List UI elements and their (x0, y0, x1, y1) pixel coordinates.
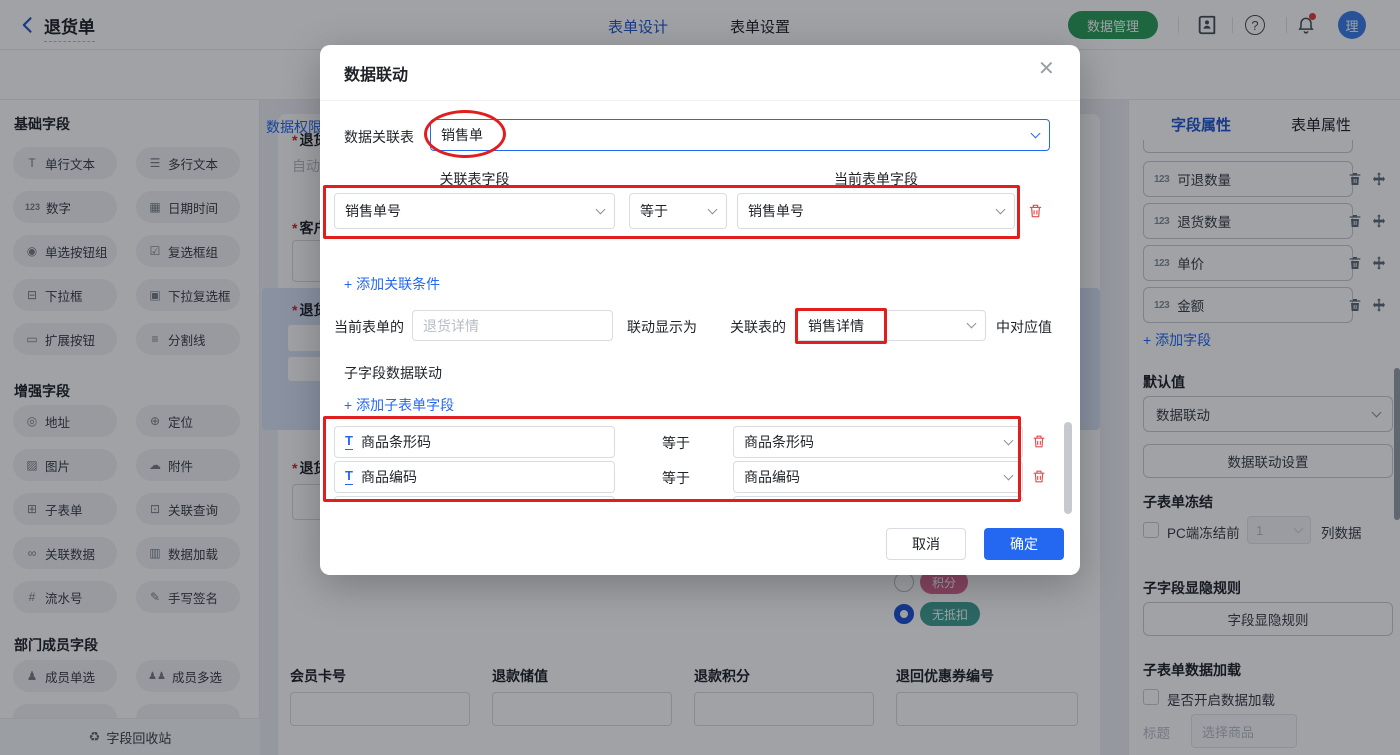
divider (320, 100, 1080, 101)
dialog-title: 数据联动 (344, 61, 408, 85)
subfield-select-barcode[interactable]: 商品条形码 (733, 426, 1023, 458)
display-field-input[interactable] (412, 310, 613, 341)
subfield-operator: 等于 (662, 433, 690, 453)
condition-field-select[interactable]: 销售单号 (334, 193, 615, 229)
subfield-row-partial (334, 496, 615, 501)
related-table-select[interactable]: 销售单 (430, 119, 1050, 151)
column-header-related-field: 关联表字段 (334, 169, 615, 189)
chevron-down-icon (596, 204, 606, 214)
data-linkage-dialog: 数据联动 ✕ 数据关联表 销售单 关联表字段 当前表单字段 销售单号 等于 销售… (320, 45, 1080, 575)
column-header-current-field: 当前表单字段 (737, 169, 1015, 189)
related-table-prefix: 关联表的 (730, 317, 786, 337)
chevron-down-icon (1031, 128, 1041, 138)
modal-scrollbar[interactable] (1064, 422, 1072, 514)
condition-form-field-select[interactable]: 销售单号 (737, 193, 1015, 229)
chevron-down-icon (967, 319, 977, 329)
chevron-down-icon (1004, 435, 1014, 445)
delete-subfield-icon[interactable] (1031, 468, 1047, 485)
app-window: 退货单 表单设计 表单设置 数据管理 ? 理 表单外链 后端脚本 数据权限 预览… (0, 0, 1400, 755)
subfield-select-code[interactable]: 商品编码 (733, 461, 1023, 493)
text-type-icon: T (345, 469, 353, 484)
delete-subfield-icon[interactable] (1031, 433, 1047, 450)
add-subform-field-link[interactable]: + 添加子表单字段 (344, 395, 454, 415)
chevron-down-icon (996, 204, 1006, 214)
text-type-icon: T (345, 434, 353, 449)
delete-condition-icon[interactable] (1027, 202, 1044, 220)
corresponding-value-suffix: 中对应值 (996, 317, 1052, 337)
subfield-operator: 等于 (662, 468, 690, 488)
cancel-button[interactable]: 取消 (886, 528, 966, 560)
subfield-linkage-heading: 子字段数据联动 (344, 363, 442, 383)
subfield-row-partial (733, 496, 1023, 501)
condition-operator-select[interactable]: 等于 (629, 193, 727, 229)
confirm-button[interactable]: 确定 (984, 528, 1064, 560)
related-table-label: 数据关联表 (344, 127, 414, 147)
add-condition-link[interactable]: + 添加关联条件 (344, 274, 440, 294)
chevron-down-icon (1004, 470, 1014, 480)
related-display-field-select[interactable]: 销售详情 (797, 310, 986, 341)
subfield-input-barcode[interactable]: T商品条形码 (334, 426, 615, 458)
linkage-display-as-label: 联动显示为 (627, 317, 697, 337)
current-form-prefix: 当前表单的 (334, 317, 404, 337)
close-icon[interactable]: ✕ (1038, 59, 1055, 79)
chevron-down-icon (708, 204, 718, 214)
subfield-input-code[interactable]: T商品编码 (334, 461, 615, 493)
